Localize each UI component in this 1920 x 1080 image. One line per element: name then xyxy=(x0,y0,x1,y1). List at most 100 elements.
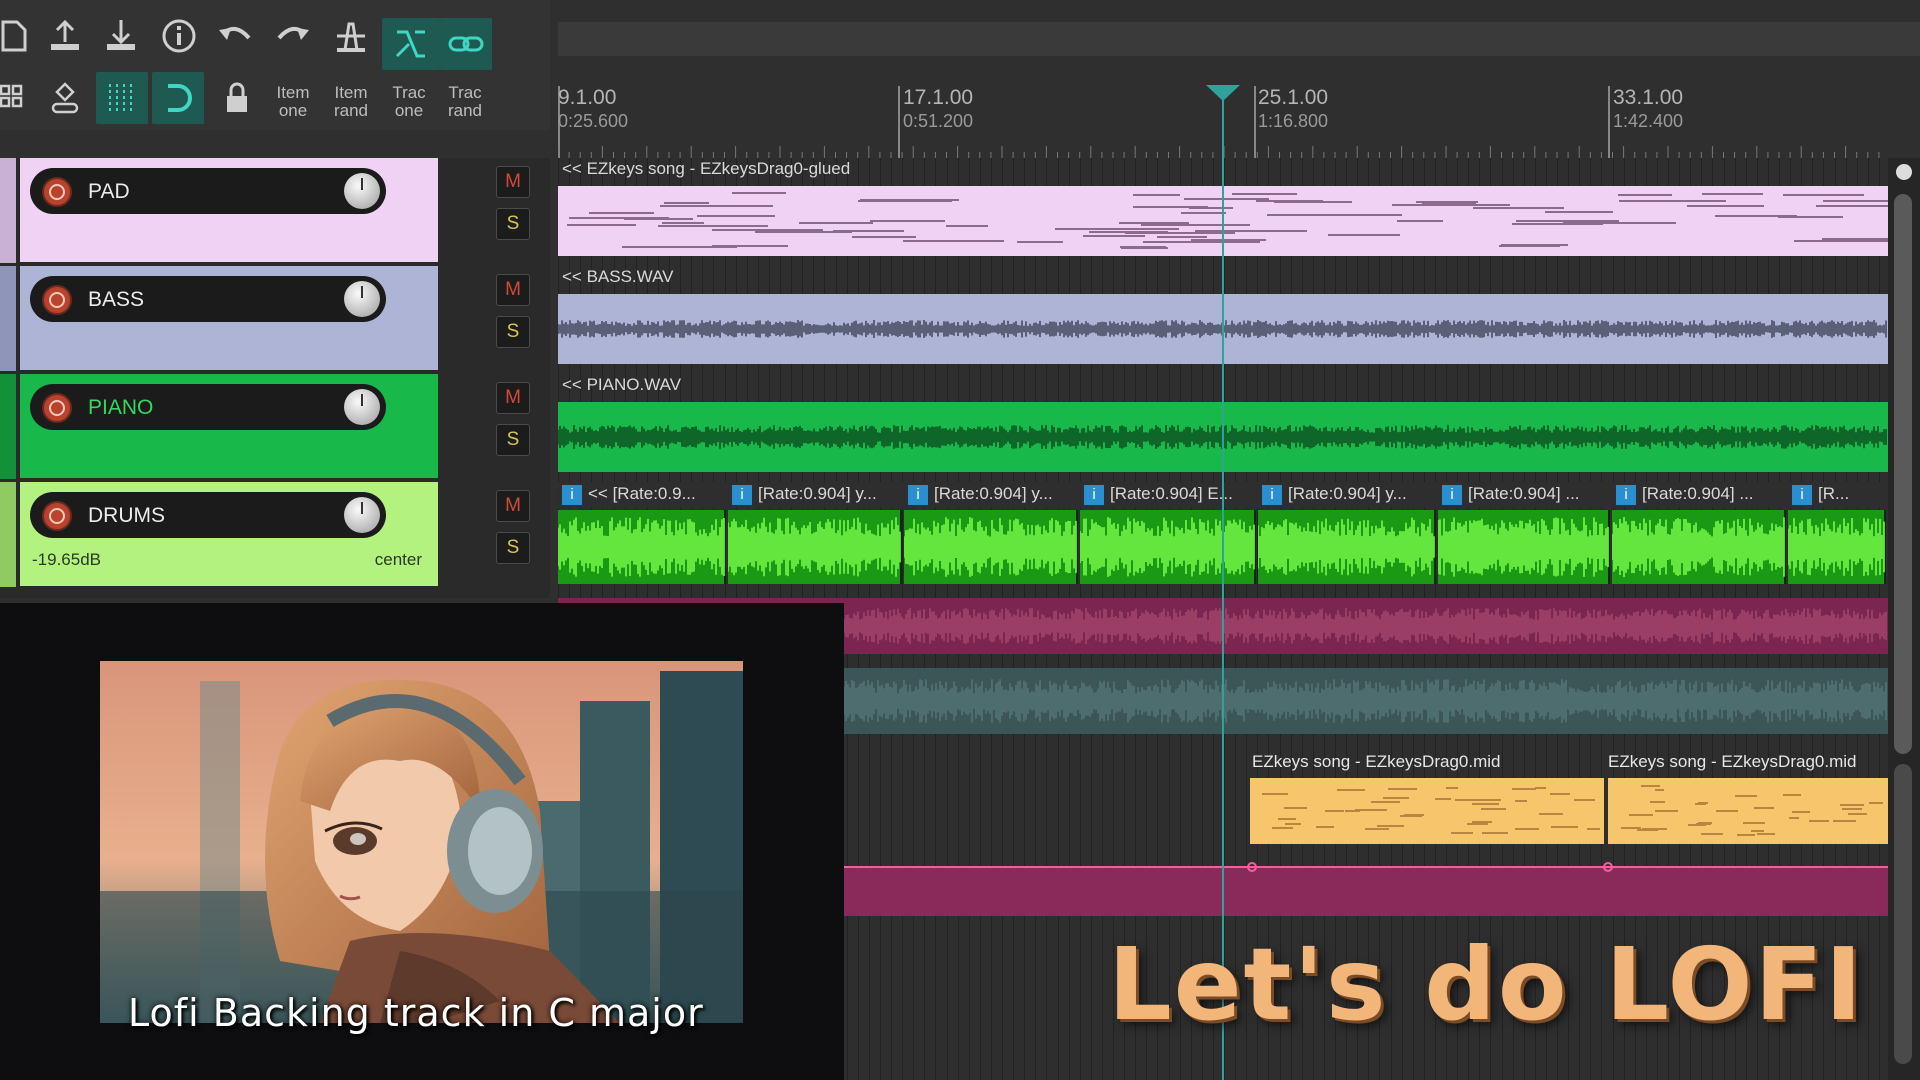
solo-button[interactable]: S xyxy=(496,316,530,348)
midi-note xyxy=(755,230,852,233)
drum-item-header[interactable]: i [Rate:0.904] y... xyxy=(728,482,904,508)
item-label: [Rate:0.904] E... xyxy=(1110,484,1233,503)
midi-note xyxy=(1143,241,1261,244)
volume-knob[interactable] xyxy=(344,497,380,533)
drum-item-header[interactable]: i [R... xyxy=(1788,482,1888,508)
record-arm-button[interactable] xyxy=(42,501,72,531)
drum-item-header[interactable]: i [Rate:0.904] E... xyxy=(1080,482,1258,508)
item-info-icon[interactable]: i xyxy=(1084,485,1104,505)
link-icon[interactable] xyxy=(440,18,492,70)
track-name-bar[interactable]: PIANO xyxy=(30,384,386,430)
item-one-button[interactable]: Item one xyxy=(266,76,320,128)
record-arm-button[interactable] xyxy=(42,177,72,207)
midi-note xyxy=(1272,827,1293,830)
track-panel[interactable]: PAD xyxy=(20,158,438,262)
upload-icon[interactable] xyxy=(38,10,92,62)
drum-audio-item[interactable] xyxy=(1438,510,1610,584)
midi-note xyxy=(659,204,774,207)
midi-note xyxy=(1734,794,1757,797)
drum-audio-item[interactable] xyxy=(558,510,726,584)
track-panel[interactable]: DRUMS -19.65dB center xyxy=(20,482,438,586)
waveform xyxy=(1438,517,1609,577)
item-info-icon[interactable]: i xyxy=(1262,485,1282,505)
route-icon[interactable] xyxy=(38,72,92,124)
undo-icon[interactable] xyxy=(208,10,262,62)
track-color-strip xyxy=(0,158,16,263)
trac-one-button[interactable]: Trac one xyxy=(382,76,436,128)
item-info-icon[interactable]: i xyxy=(908,485,928,505)
midi-note xyxy=(1120,246,1167,249)
metronome-icon[interactable] xyxy=(324,10,378,62)
track-name-bar[interactable]: PAD xyxy=(30,168,386,214)
item-info-icon[interactable]: i xyxy=(562,485,582,505)
solo-button[interactable]: S xyxy=(496,532,530,564)
midi-note xyxy=(1534,786,1547,789)
drum-item-header[interactable]: i [Rate:0.904] ... xyxy=(1612,482,1788,508)
item-info-icon[interactable]: i xyxy=(1792,485,1812,505)
timeline-ruler[interactable]: 9.1.00 0:25.600 17.1.00 0:51.200 25.1.00… xyxy=(558,60,1920,160)
track-name-bar[interactable]: BASS xyxy=(30,276,386,322)
mute-button[interactable]: M xyxy=(496,490,530,522)
drum-item-header[interactable]: i [Rate:0.904] y... xyxy=(904,482,1080,508)
item-info-icon[interactable]: i xyxy=(1616,485,1636,505)
scroll-up-icon[interactable] xyxy=(1896,164,1912,180)
solo-button[interactable]: S xyxy=(496,208,530,240)
mute-button[interactable]: M xyxy=(496,382,530,414)
volume-knob[interactable] xyxy=(344,281,380,317)
item-rand-label1: Item xyxy=(334,83,368,102)
drum-audio-item[interactable] xyxy=(1788,510,1886,584)
info-icon[interactable] xyxy=(152,10,206,62)
video-overlay: Lofi Backing track in C major xyxy=(0,603,844,1080)
ripple-edit-icon[interactable] xyxy=(382,18,440,70)
midi-item[interactable] xyxy=(1608,778,1888,844)
record-arm-button[interactable] xyxy=(42,393,72,423)
ruler-top-bar[interactable] xyxy=(558,22,1920,56)
drum-item-header[interactable]: i << [Rate:0.9... xyxy=(558,482,728,508)
new-project-icon[interactable] xyxy=(0,10,40,62)
solo-button[interactable]: S xyxy=(496,424,530,456)
drum-audio-item[interactable] xyxy=(1080,510,1256,584)
drum-audio-item[interactable] xyxy=(904,510,1078,584)
midi-note xyxy=(1794,239,1888,242)
track-name[interactable]: BASS xyxy=(88,288,144,312)
volume-knob[interactable] xyxy=(344,173,380,209)
redo-icon[interactable] xyxy=(266,10,320,62)
midi-note xyxy=(1355,808,1387,811)
track-name[interactable]: DRUMS xyxy=(88,504,165,528)
snap-grid-icon[interactable] xyxy=(96,72,148,124)
scroll-thumb-lower[interactable] xyxy=(1894,764,1912,1064)
track-piano[interactable]: PIANO xyxy=(0,374,438,479)
drum-item-header[interactable]: i [Rate:0.904] y... xyxy=(1258,482,1438,508)
loop-snap-icon[interactable] xyxy=(152,72,204,124)
record-arm-button[interactable] xyxy=(42,285,72,315)
item-rand-label2: rand xyxy=(333,101,369,120)
trac-rand-button[interactable]: Trac rand xyxy=(438,76,492,128)
track-name[interactable]: PIANO xyxy=(88,396,153,420)
midi-note xyxy=(1694,802,1707,805)
drum-audio-item[interactable] xyxy=(1258,510,1436,584)
track-drums[interactable]: DRUMS -19.65dB center xyxy=(0,482,438,587)
vertical-scrollbar[interactable] xyxy=(1888,158,1920,1080)
track-panel[interactable]: PIANO xyxy=(20,374,438,478)
scroll-thumb[interactable] xyxy=(1894,194,1912,754)
mute-button[interactable]: M xyxy=(496,274,530,306)
track-bass[interactable]: BASS xyxy=(0,266,438,371)
mute-button[interactable]: M xyxy=(496,166,530,198)
track-pad[interactable]: PAD xyxy=(0,158,438,263)
track-name-bar[interactable]: DRUMS xyxy=(30,492,386,538)
drum-audio-item[interactable] xyxy=(728,510,902,584)
waveform xyxy=(728,517,901,577)
track-name[interactable]: PAD xyxy=(88,180,130,204)
midi-item[interactable] xyxy=(1250,778,1604,844)
grid-view-icon[interactable] xyxy=(0,72,40,124)
item-info-icon[interactable]: i xyxy=(732,485,752,505)
item-rand-button[interactable]: Item rand xyxy=(324,76,378,128)
drum-audio-item[interactable] xyxy=(1612,510,1786,584)
lock-icon[interactable] xyxy=(210,72,264,124)
volume-knob[interactable] xyxy=(344,389,380,425)
item-info-icon[interactable]: i xyxy=(1442,485,1462,505)
track-panel[interactable]: BASS xyxy=(20,266,438,370)
download-icon[interactable] xyxy=(94,10,148,62)
drum-item-header[interactable]: i [Rate:0.904] ... xyxy=(1438,482,1612,508)
marker-time: 0:51.200 xyxy=(903,111,974,131)
